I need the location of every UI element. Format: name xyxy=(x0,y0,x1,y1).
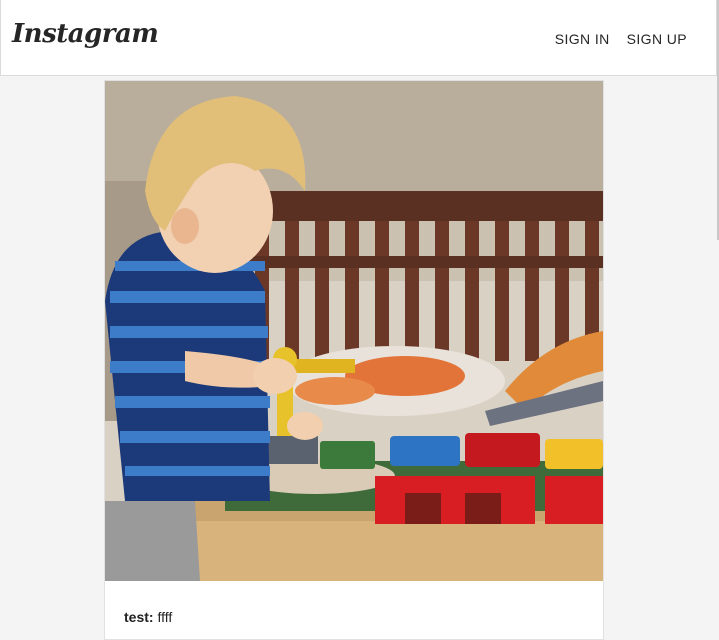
sign-in-link[interactable]: SIGN IN xyxy=(555,31,610,47)
post-photo[interactable] xyxy=(105,81,603,581)
post-card: test: ffff xyxy=(104,80,604,640)
top-navigation-bar: Instagram SIGN IN SIGN UP xyxy=(0,0,717,76)
sign-up-link[interactable]: SIGN UP xyxy=(627,31,687,47)
photo-illustration xyxy=(105,81,603,581)
caption-username[interactable]: test: xyxy=(124,609,154,625)
instagram-logo[interactable]: Instagram xyxy=(12,19,159,49)
caption-text: ffff xyxy=(157,609,173,625)
auth-nav: SIGN IN SIGN UP xyxy=(555,31,687,47)
post-caption: test: ffff xyxy=(124,609,172,625)
